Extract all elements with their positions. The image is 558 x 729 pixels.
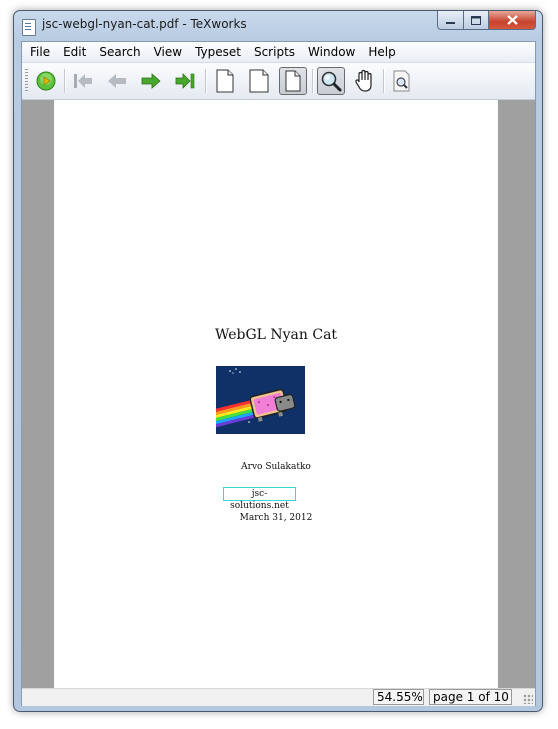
actual-size-button[interactable]	[211, 67, 239, 95]
menu-typeset[interactable]: Typeset	[189, 42, 248, 62]
fit-window-button[interactable]	[279, 67, 307, 95]
close-button[interactable]	[489, 11, 536, 30]
magnify-tool-button[interactable]	[317, 67, 345, 95]
last-page-button[interactable]	[171, 67, 199, 95]
menu-edit[interactable]: Edit	[57, 42, 93, 62]
previous-page-button[interactable]	[103, 67, 131, 95]
close-icon	[506, 15, 518, 25]
scroll-hand-button[interactable]	[351, 67, 379, 95]
zoom-level[interactable]: 54.55%	[373, 689, 424, 705]
toolbar-separator	[64, 69, 66, 93]
app-document-icon[interactable]	[22, 19, 36, 36]
minimize-button[interactable]	[437, 11, 464, 30]
title-bar[interactable]: jsc-webgl-nyan-cat.pdf - TeXworks	[14, 11, 542, 41]
fit-window-page-icon	[285, 70, 301, 92]
document-link[interactable]: jsc-solutions.net	[223, 487, 296, 511]
menu-help[interactable]: Help	[362, 42, 402, 62]
first-page-button[interactable]	[69, 67, 97, 95]
toolbar-grip[interactable]	[25, 69, 28, 93]
toolbar-separator	[205, 69, 207, 93]
document-title: WebGL Nyan Cat	[214, 327, 338, 343]
window-title: jsc-webgl-nyan-cat.pdf - TeXworks	[42, 17, 247, 31]
pdf-viewport[interactable]: WebGL Nyan Cat Arvo Sulakatko jsc-soluti…	[22, 100, 535, 688]
document-date: March 31, 2012	[239, 513, 313, 523]
menu-search[interactable]: Search	[93, 42, 147, 62]
find-in-pdf-icon	[393, 70, 410, 92]
last-page-icon	[175, 73, 195, 89]
magnifier-icon	[321, 71, 342, 92]
hand-scroll-icon	[355, 69, 372, 92]
minimize-icon	[446, 21, 455, 24]
resize-grip[interactable]	[523, 694, 533, 704]
fit-width-button[interactable]	[245, 67, 273, 95]
menu-view[interactable]: View	[148, 42, 189, 62]
menu-scripts[interactable]: Scripts	[248, 42, 302, 62]
find-button[interactable]	[388, 67, 416, 95]
fit-width-page-icon	[249, 69, 269, 93]
menu-window[interactable]: Window	[302, 42, 362, 62]
actual-size-page-icon	[216, 69, 234, 93]
maximize-button[interactable]	[464, 11, 489, 30]
window-controls	[437, 11, 536, 31]
toolbar-separator	[312, 69, 314, 93]
typeset-button[interactable]	[32, 67, 60, 95]
previous-page-icon	[108, 74, 126, 88]
pdf-page[interactable]: WebGL Nyan Cat Arvo Sulakatko jsc-soluti…	[54, 100, 498, 688]
next-page-icon	[141, 73, 161, 89]
nyan-cat-image	[216, 366, 305, 434]
page-indicator[interactable]: page 1 of 10	[429, 689, 512, 705]
client-area: File Edit Search View Typeset Scripts Wi…	[21, 41, 536, 706]
first-page-icon	[74, 74, 92, 88]
document-author: Arvo Sulakatko	[241, 462, 311, 472]
toolbar-separator	[383, 69, 385, 93]
maximize-icon	[471, 15, 481, 25]
menu-bar: File Edit Search View Typeset Scripts Wi…	[22, 42, 535, 63]
toolbar	[22, 63, 535, 100]
texworks-window: jsc-webgl-nyan-cat.pdf - TeXworks File E…	[13, 10, 543, 712]
next-page-button[interactable]	[137, 67, 165, 95]
menu-file[interactable]: File	[24, 42, 57, 62]
status-bar: 54.55% page 1 of 10	[22, 688, 535, 706]
typeset-play-icon	[36, 71, 56, 91]
